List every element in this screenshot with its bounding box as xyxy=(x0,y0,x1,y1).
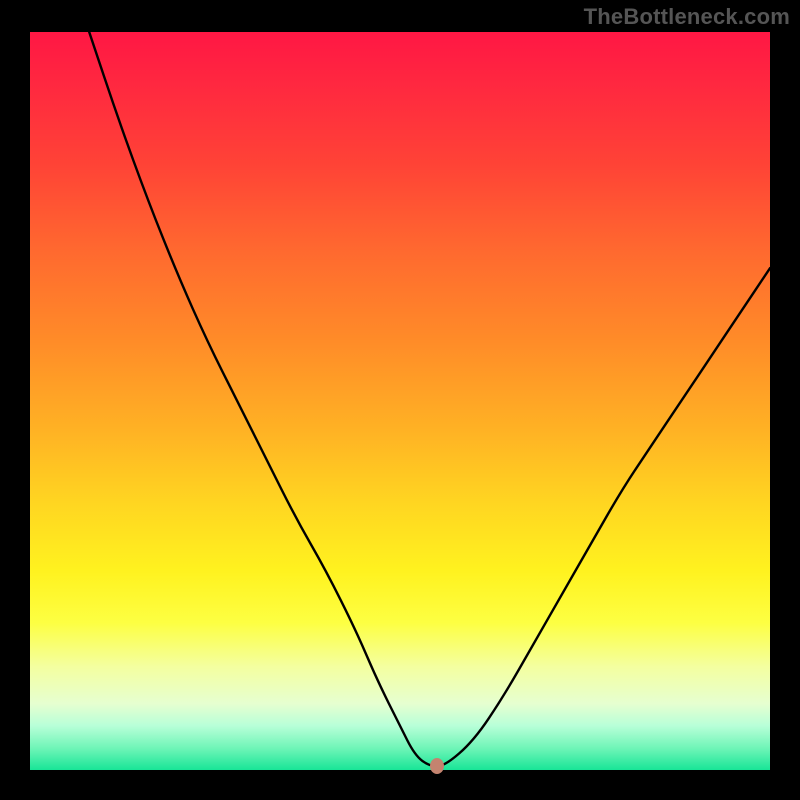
plot-area xyxy=(30,32,770,770)
chart-container: TheBottleneck.com xyxy=(0,0,800,800)
watermark-text: TheBottleneck.com xyxy=(584,4,790,30)
best-point-marker xyxy=(430,758,444,774)
curve-svg xyxy=(30,32,770,770)
bottleneck-curve xyxy=(89,32,770,766)
